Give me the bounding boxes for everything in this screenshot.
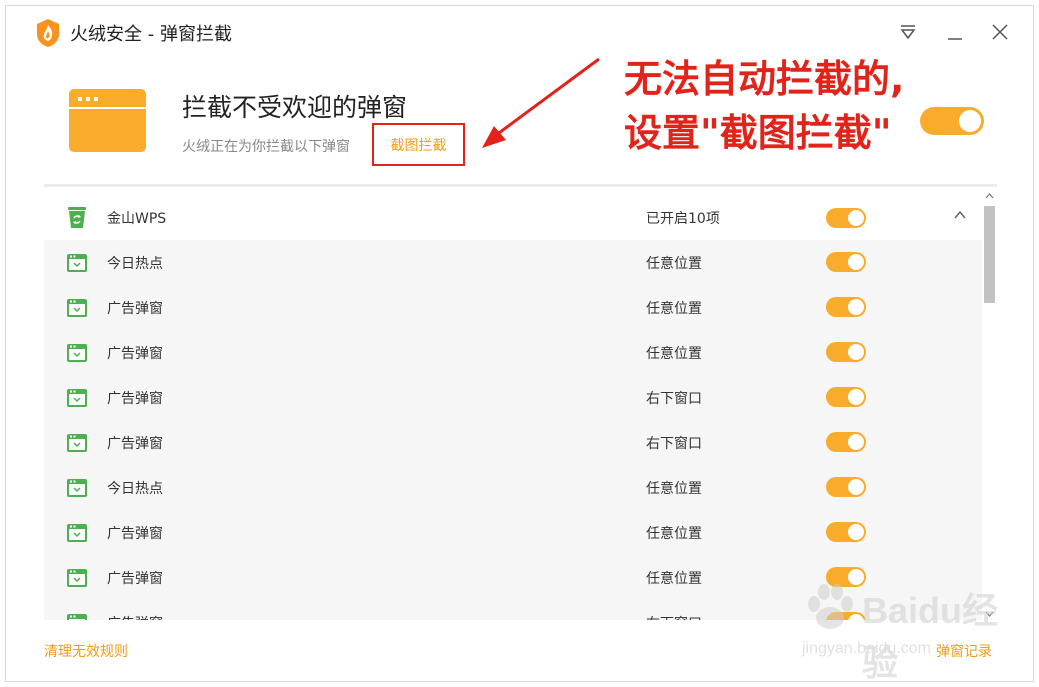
table-row[interactable]: 广告弹窗 任意位置 [44,330,982,375]
header-divider [44,184,997,187]
rule-position: 任意位置 [646,481,702,497]
table-row[interactable]: 今日热点 任意位置 [44,240,982,285]
popup-window-icon [67,344,87,362]
recycle-bin-icon [68,207,86,228]
rule-name: 广告弹窗 [107,391,163,407]
close-icon[interactable] [988,20,1012,44]
popup-window-icon [67,434,87,452]
popup-window-icon [67,479,87,497]
rule-name: 广告弹窗 [107,301,163,317]
popup-window-icon [67,299,87,317]
popup-window-icon [67,389,87,407]
popup-window-icon [67,614,87,620]
popup-window-icon [67,254,87,272]
annotation-text: 无法自动拦截的, 设置"截图拦截" [624,52,954,160]
group-toggle[interactable] [826,208,866,228]
rule-toggle[interactable] [826,297,866,317]
watermark-url: jingyan.baidu.com [802,640,931,657]
table-row[interactable]: 广告弹窗 右下窗口 [44,420,982,465]
annotation-toggle[interactable] [920,107,984,135]
page-title: 拦截不受欢迎的弹窗 [182,93,408,122]
rule-toggle[interactable] [826,522,866,542]
table-row[interactable]: 广告弹窗 任意位置 [44,510,982,555]
clean-invalid-rules-link[interactable]: 清理无效规则 [44,641,128,661]
list-scrollbar[interactable] [982,190,997,620]
rule-name: 今日热点 [107,481,163,497]
rule-name: 广告弹窗 [107,436,163,452]
rule-position: 任意位置 [646,526,702,542]
rule-toggle[interactable] [826,342,866,362]
rule-position: 右下窗口 [646,436,702,452]
paw-icon [808,584,853,629]
browser-window-icon [69,89,146,152]
annotation-line-2: 设置"截图拦截" [624,111,892,155]
popup-window-icon [67,524,87,542]
rule-position: 右下窗口 [646,391,702,407]
rule-toggle[interactable] [826,252,866,272]
table-row[interactable]: 今日热点 任意位置 [44,465,982,510]
rule-toggle[interactable] [826,477,866,497]
scroll-up-icon[interactable] [985,192,994,200]
rule-position: 任意位置 [646,571,702,587]
rule-position: 任意位置 [646,256,702,272]
table-row[interactable]: 广告弹窗 任意位置 [44,285,982,330]
rule-rows: 今日热点 任意位置 广告弹窗 任意位置 广告弹窗 任意位置 广告弹窗 右下窗口 广告弹窗 右下窗口… [44,240,982,620]
table-row[interactable]: 广告弹窗 右下窗口 [44,375,982,420]
popup-rule-list: 金山WPS 已开启10项 今日热点 任意位置 广告弹窗 任意位置 广告弹窗 任意位置 广告弹… [44,190,997,620]
window-title: 火绒安全 - 弹窗拦截 [70,24,232,45]
rule-position: 右下窗口 [646,613,702,620]
group-row-wps[interactable]: 金山WPS 已开启10项 [44,190,982,240]
scrollbar-thumb[interactable] [984,206,995,303]
menu-triangle-icon[interactable] [896,20,920,44]
rule-toggle[interactable] [826,432,866,452]
watermark-text: Baidu经验 [862,590,999,683]
rule-name: 广告弹窗 [107,571,163,587]
group-status: 已开启10项 [646,211,720,227]
baidu-watermark: Baidu经验 jingyan.baidu.com [802,580,1027,683]
rule-name: 广告弹窗 [107,346,163,362]
popup-window-icon [67,569,87,587]
rule-position: 任意位置 [646,301,702,317]
group-name: 金山WPS [107,211,167,227]
screenshot-block-link[interactable]: 截图拦截 [372,123,465,166]
rule-name: 广告弹窗 [107,526,163,542]
rule-name: 广告弹窗 [107,613,163,620]
annotation-arrow [482,57,600,148]
title-bar: 火绒安全 - 弹窗拦截 [6,6,1033,58]
annotation-line-1: 无法自动拦截的, [624,57,905,101]
rule-name: 今日热点 [107,256,163,272]
rule-toggle[interactable] [826,387,866,407]
page-subtitle: 火绒正在为你拦截以下弹窗 [182,139,350,155]
rule-position: 任意位置 [646,346,702,362]
minimize-icon[interactable] [943,20,967,44]
flame-shield-icon [37,19,59,47]
chevron-up-icon[interactable] [953,208,967,222]
app-window: 火绒安全 - 弹窗拦截 拦截不受欢迎的弹窗 火绒正在为你拦截以下弹窗 截图拦截 … [5,5,1034,683]
